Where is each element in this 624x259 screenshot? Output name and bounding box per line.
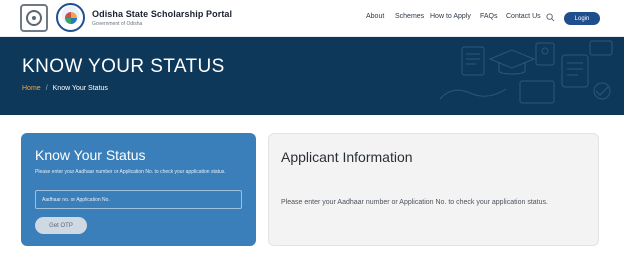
scholarship-portal-logo[interactable] (56, 3, 85, 32)
nav-about[interactable]: About (366, 13, 384, 20)
nav-how-to-apply[interactable]: How to Apply (430, 13, 471, 20)
search-icon[interactable] (546, 13, 555, 22)
page-banner: KNOW YOUR STATUS Home / Know Your Status (0, 37, 624, 115)
know-status-card: Know Your Status Please enter your Aadha… (21, 133, 256, 246)
nav-schemes[interactable]: Schemes (395, 13, 424, 20)
breadcrumb-current: Know Your Status (52, 85, 108, 92)
applicant-information-text: Please enter your Aadhaar number or Appl… (281, 199, 548, 206)
nav-contact-us[interactable]: Contact Us (506, 13, 541, 20)
odisha-emblem-logo (20, 4, 48, 32)
nav-faqs[interactable]: FAQs (480, 13, 498, 20)
breadcrumb-separator: / (45, 85, 48, 92)
page-title: KNOW YOUR STATUS (22, 56, 225, 77)
education-illustration-icon (439, 40, 613, 104)
aadhaar-or-application-input[interactable] (35, 190, 242, 209)
applicant-information-card: Applicant Information Please enter your … (268, 133, 599, 246)
know-status-title: Know Your Status (35, 147, 146, 163)
get-otp-button[interactable]: Get OTP (35, 217, 87, 234)
brand-title[interactable]: Odisha State Scholarship Portal (92, 9, 232, 19)
breadcrumb-home-link[interactable]: Home (22, 85, 41, 92)
login-button[interactable]: Login (564, 12, 600, 25)
applicant-information-title: Applicant Information (281, 149, 413, 165)
brand-subtitle: Government of Odisha (92, 21, 143, 27)
site-header: Odisha State Scholarship Portal Governme… (0, 0, 624, 37)
know-status-description: Please enter your Aadhaar number or Appl… (35, 169, 226, 175)
breadcrumb: Home / Know Your Status (22, 85, 108, 92)
